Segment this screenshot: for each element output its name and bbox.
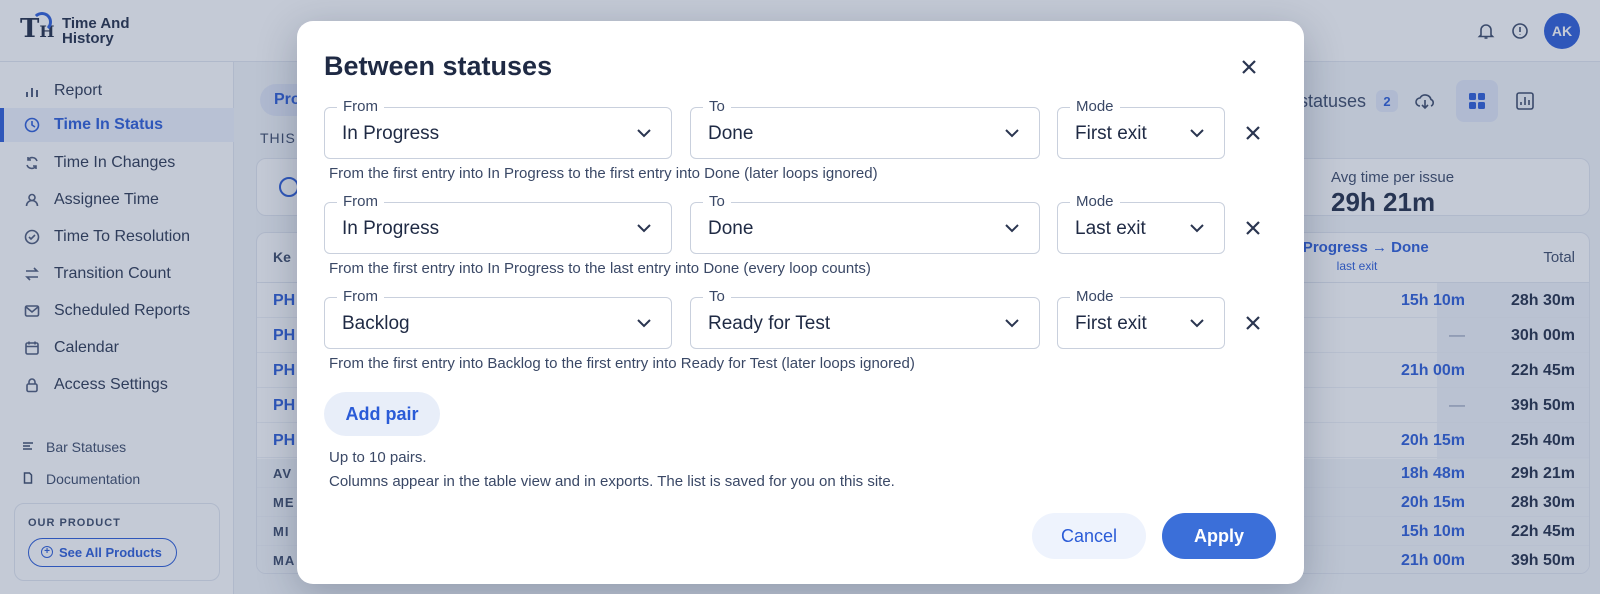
from-label: From xyxy=(337,288,384,305)
mode-value: First exit xyxy=(1075,313,1147,334)
remove-pair-button[interactable] xyxy=(1242,217,1264,239)
to-label: To xyxy=(703,98,731,115)
from-value: Backlog xyxy=(342,313,410,334)
from-value: In Progress xyxy=(342,123,440,144)
remove-pair-button[interactable] xyxy=(1242,122,1264,144)
dialog-title: Between statuses xyxy=(324,51,553,81)
close-icon xyxy=(1242,60,1256,74)
mode-select[interactable]: Mode Last exit xyxy=(1057,193,1225,254)
between-statuses-dialog: Between statuses From In Progress To Don… xyxy=(297,21,1304,584)
chevron-down-icon xyxy=(637,319,651,328)
mode-label: Mode xyxy=(1070,193,1120,210)
chevron-down-icon xyxy=(637,129,651,138)
to-value: Ready for Test xyxy=(708,313,831,334)
to-label: To xyxy=(703,288,731,305)
from-select[interactable]: From In Progress xyxy=(324,193,672,254)
close-icon xyxy=(1246,221,1260,235)
mode-label: Mode xyxy=(1070,98,1120,115)
chevron-down-icon xyxy=(1190,224,1204,233)
close-icon xyxy=(1246,316,1260,330)
from-select[interactable]: From Backlog xyxy=(324,288,672,349)
columns-info-note: Columns appear in the table view and in … xyxy=(329,473,895,490)
mode-select[interactable]: Mode First exit xyxy=(1057,288,1225,349)
pair-description: From the first entry into Backlog to the… xyxy=(329,355,915,372)
to-label: To xyxy=(703,193,731,210)
close-icon xyxy=(1246,126,1260,140)
remove-pair-button[interactable] xyxy=(1242,312,1264,334)
mode-value: Last exit xyxy=(1075,218,1146,239)
chevron-down-icon xyxy=(1005,319,1019,328)
pair-limit-note: Up to 10 pairs. xyxy=(329,449,427,466)
chevron-down-icon xyxy=(1005,224,1019,233)
mode-value: First exit xyxy=(1075,123,1147,144)
mode-label: Mode xyxy=(1070,288,1120,305)
close-button[interactable] xyxy=(1237,55,1261,79)
to-select[interactable]: To Done xyxy=(690,98,1040,159)
chevron-down-icon xyxy=(637,224,651,233)
from-select[interactable]: From In Progress xyxy=(324,98,672,159)
cancel-button[interactable]: Cancel xyxy=(1032,513,1146,559)
chevron-down-icon xyxy=(1005,129,1019,138)
mode-select[interactable]: Mode First exit xyxy=(1057,98,1225,159)
to-select[interactable]: To Done xyxy=(690,193,1040,254)
from-label: From xyxy=(337,193,384,210)
chevron-down-icon xyxy=(1190,319,1204,328)
to-value: Done xyxy=(708,218,754,239)
apply-button[interactable]: Apply xyxy=(1162,513,1276,559)
to-select[interactable]: To Ready for Test xyxy=(690,288,1040,349)
chevron-down-icon xyxy=(1190,129,1204,138)
from-value: In Progress xyxy=(342,218,440,239)
from-label: From xyxy=(337,98,384,115)
to-value: Done xyxy=(708,123,754,144)
add-pair-button[interactable]: Add pair xyxy=(324,392,440,436)
pair-description: From the first entry into In Progress to… xyxy=(329,165,878,182)
pair-description: From the first entry into In Progress to… xyxy=(329,260,871,277)
